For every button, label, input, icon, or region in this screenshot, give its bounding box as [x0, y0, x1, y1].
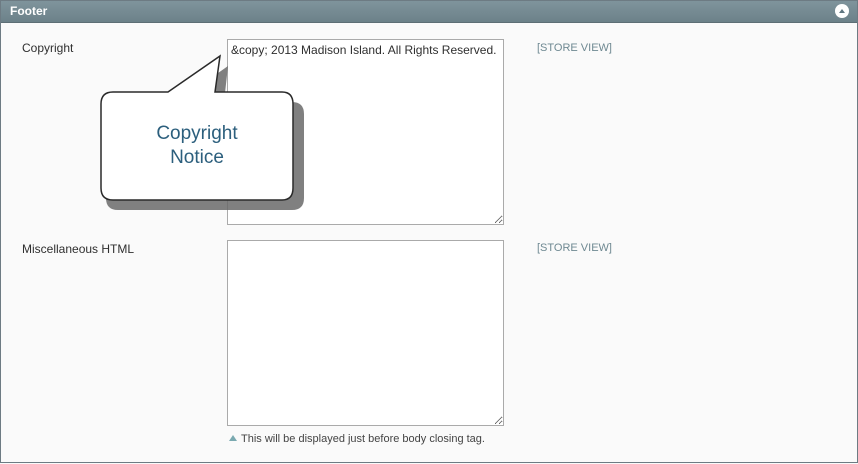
callout-line-1: Copyright: [156, 123, 238, 144]
footer-section: Footer Copyright [STORE VIEW] Miscellane…: [0, 0, 858, 463]
callout-line-2: Notice: [170, 147, 224, 168]
callout-bubble: [100, 54, 304, 210]
callout-text: Copyright Notice: [104, 122, 290, 170]
